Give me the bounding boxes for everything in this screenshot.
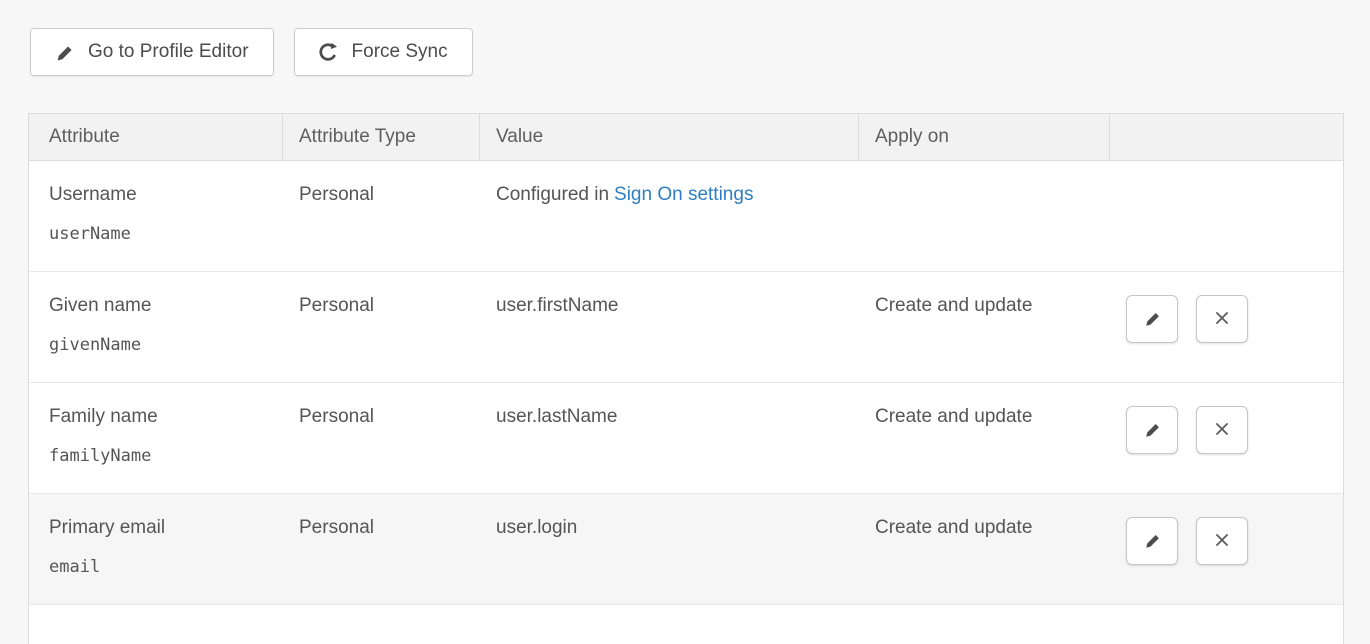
table-empty-area bbox=[29, 605, 1343, 644]
attribute-cell: Username userName bbox=[29, 161, 283, 271]
sign-on-settings-link[interactable]: Sign On settings bbox=[614, 184, 753, 205]
table-row-given-name: Given name givenName Personal user.first… bbox=[29, 272, 1343, 383]
remove-attribute-button[interactable] bbox=[1196, 517, 1248, 565]
table-header: Attribute Attribute Type Value Apply on bbox=[29, 114, 1343, 161]
pencil-icon bbox=[1142, 419, 1162, 442]
x-icon bbox=[1212, 530, 1232, 553]
table-row-primary-email: Primary email email Personal user.login … bbox=[29, 494, 1343, 605]
attribute-type-cell: Personal bbox=[283, 272, 480, 382]
table-row-username: Username userName Personal Configured in… bbox=[29, 161, 1343, 272]
attribute-mapping-table: Attribute Attribute Type Value Apply on … bbox=[28, 113, 1344, 644]
attribute-variable: userName bbox=[49, 223, 273, 245]
remove-attribute-button[interactable] bbox=[1196, 406, 1248, 454]
column-header-value: Value bbox=[480, 114, 859, 160]
attribute-variable: email bbox=[49, 556, 273, 578]
attribute-cell: Primary email email bbox=[29, 494, 283, 604]
attribute-variable: familyName bbox=[49, 445, 273, 467]
attribute-label: Username bbox=[49, 183, 273, 207]
attribute-type-cell: Personal bbox=[283, 383, 480, 493]
column-header-attribute-type: Attribute Type bbox=[283, 114, 480, 160]
x-icon bbox=[1212, 419, 1232, 442]
value-prefix: Configured in bbox=[496, 184, 609, 205]
refresh-icon bbox=[317, 41, 339, 63]
value-cell: user.firstName bbox=[480, 272, 859, 382]
attribute-type-cell: Personal bbox=[283, 494, 480, 604]
row-actions bbox=[1110, 272, 1343, 382]
value-cell: user.lastName bbox=[480, 383, 859, 493]
row-actions bbox=[1110, 383, 1343, 493]
attribute-cell: Family name familyName bbox=[29, 383, 283, 493]
force-sync-button[interactable]: Force Sync bbox=[294, 28, 473, 76]
attribute-label: Family name bbox=[49, 405, 273, 429]
apply-on-cell: Create and update bbox=[859, 494, 1110, 604]
go-to-profile-editor-button[interactable]: Go to Profile Editor bbox=[30, 28, 274, 76]
go-to-profile-editor-label: Go to Profile Editor bbox=[88, 41, 249, 63]
pencil-icon bbox=[1142, 308, 1162, 331]
edit-attribute-button[interactable] bbox=[1126, 295, 1178, 343]
attribute-type-cell: Personal bbox=[283, 161, 480, 271]
attribute-variable: givenName bbox=[49, 334, 273, 356]
attribute-cell: Given name givenName bbox=[29, 272, 283, 382]
pencil-icon bbox=[53, 41, 75, 63]
row-actions bbox=[1110, 494, 1343, 604]
edit-attribute-button[interactable] bbox=[1126, 406, 1178, 454]
apply-on-cell bbox=[859, 161, 1110, 271]
value-cell: Configured inSign On settings bbox=[480, 161, 859, 271]
edit-attribute-button[interactable] bbox=[1126, 517, 1178, 565]
row-actions bbox=[1110, 161, 1343, 271]
apply-on-cell: Create and update bbox=[859, 272, 1110, 382]
x-icon bbox=[1212, 308, 1232, 331]
column-header-apply-on: Apply on bbox=[859, 114, 1110, 160]
force-sync-label: Force Sync bbox=[352, 41, 448, 63]
attribute-label: Given name bbox=[49, 294, 273, 318]
attribute-label: Primary email bbox=[49, 516, 273, 540]
column-header-actions bbox=[1110, 114, 1343, 160]
table-row-family-name: Family name familyName Personal user.las… bbox=[29, 383, 1343, 494]
remove-attribute-button[interactable] bbox=[1196, 295, 1248, 343]
column-header-attribute: Attribute bbox=[29, 114, 283, 160]
apply-on-cell: Create and update bbox=[859, 383, 1110, 493]
toolbar: Go to Profile Editor Force Sync bbox=[30, 28, 473, 76]
pencil-icon bbox=[1142, 530, 1162, 553]
value-cell: user.login bbox=[480, 494, 859, 604]
